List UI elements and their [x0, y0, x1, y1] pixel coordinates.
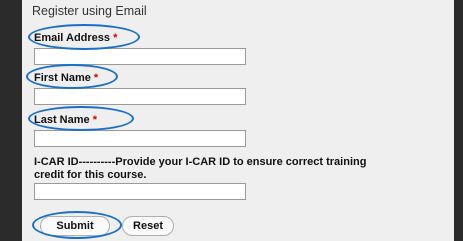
first-name-label: First Name * — [34, 72, 98, 84]
last-name-label-text: Last Name — [34, 114, 90, 126]
first-name-label-text: First Name — [34, 72, 91, 84]
submit-button[interactable]: Submit — [40, 216, 110, 236]
email-field[interactable] — [34, 48, 246, 65]
section-title: Register using Email — [32, 4, 147, 18]
last-name-label: Last Name * — [34, 114, 97, 126]
registration-form-panel: Register using Email Email Address * Fir… — [22, 0, 454, 241]
reset-button[interactable]: Reset — [122, 216, 174, 236]
required-marker: * — [92, 114, 97, 126]
last-name-field[interactable] — [34, 130, 246, 147]
icar-id-label: I-CAR ID----------Provide your I-CAR ID … — [34, 156, 367, 181]
first-name-field[interactable] — [34, 88, 246, 105]
required-marker: * — [93, 72, 99, 84]
required-marker: * — [113, 32, 118, 44]
email-label: Email Address * — [34, 32, 117, 44]
icar-id-field[interactable] — [34, 183, 246, 200]
email-label-text: Email Address — [34, 32, 111, 44]
